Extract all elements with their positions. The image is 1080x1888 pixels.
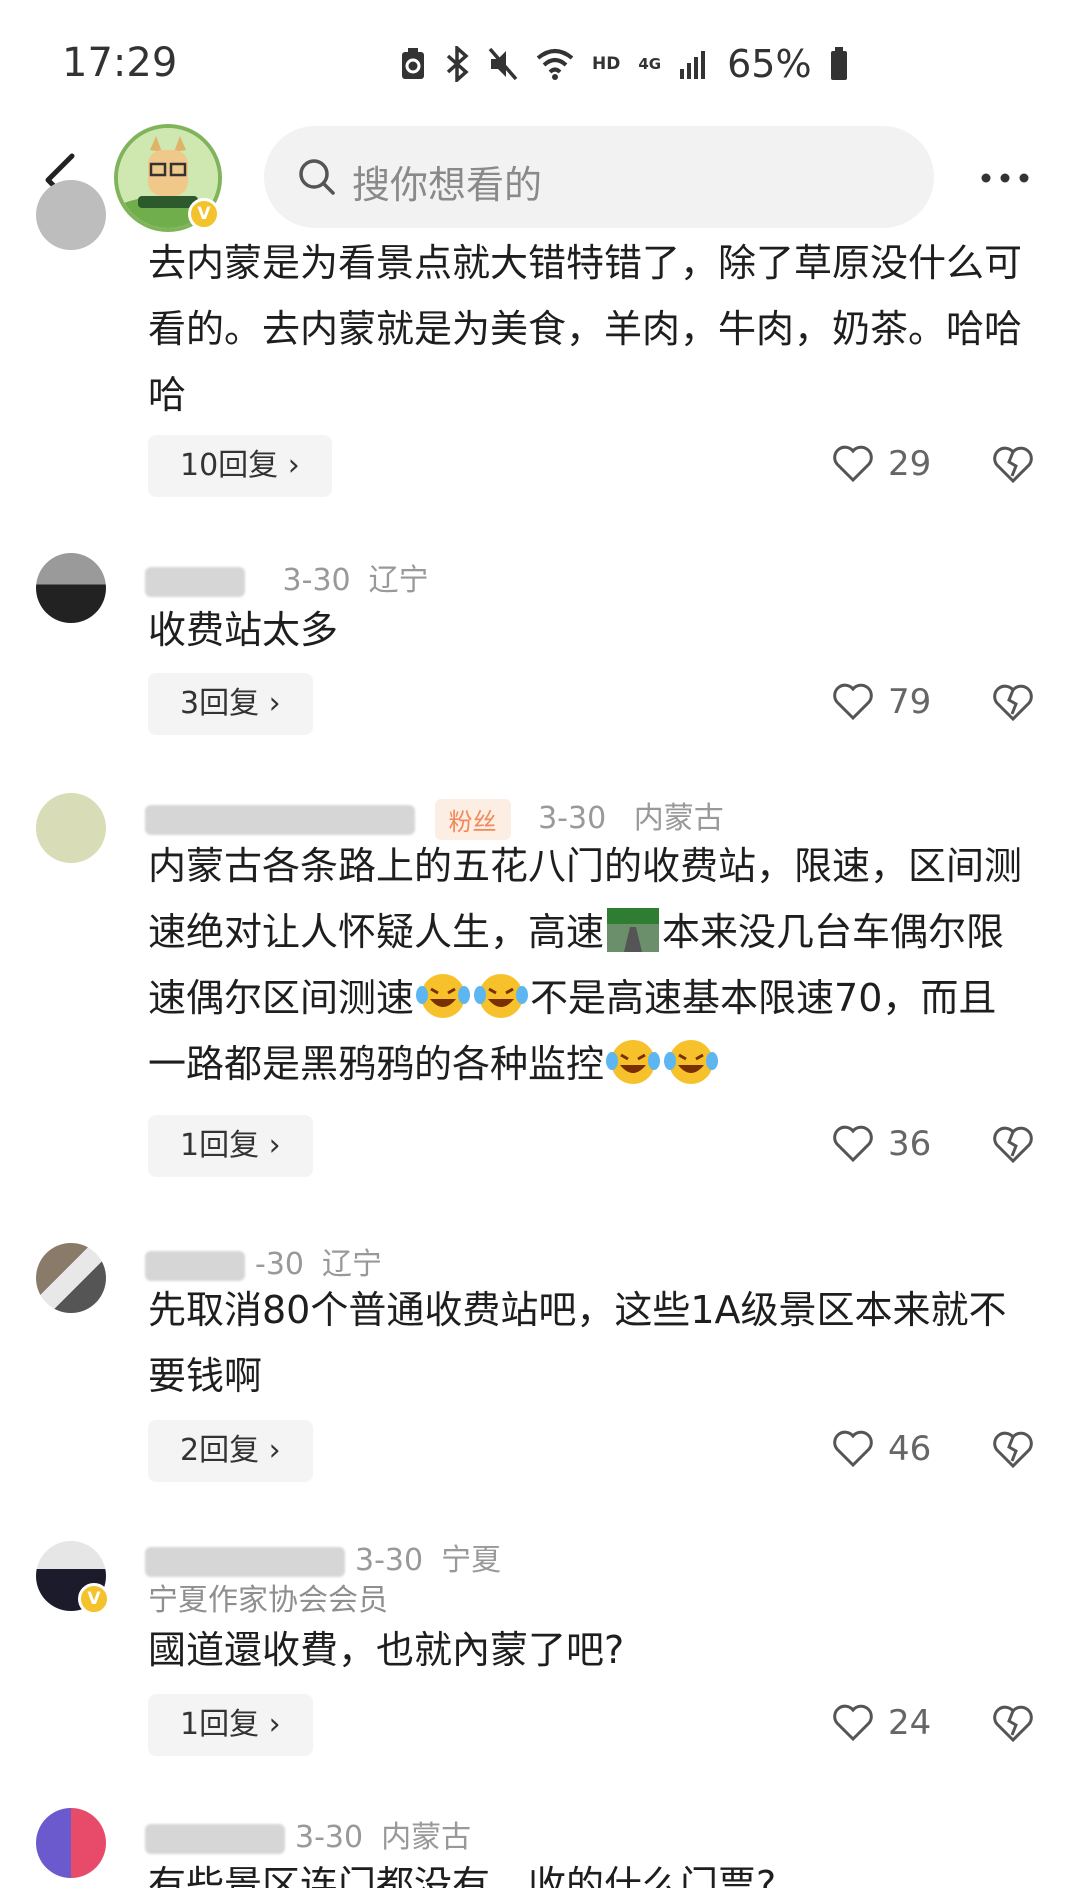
like-count: 46 — [888, 1429, 932, 1469]
comment-text: 去内蒙是为看景点就大错特错了，除了草原没什么可看的。去内蒙就是为美食，羊肉，牛肉… — [148, 241, 1023, 417]
commenter-avatar[interactable] — [36, 180, 106, 250]
search-box[interactable]: 搜你想看的 — [264, 126, 934, 228]
more-icon[interactable] — [980, 172, 1030, 184]
comment-meta: 3-30 宁夏 — [145, 1535, 501, 1579]
comment-date: 3-30 — [295, 1820, 364, 1855]
username-blurred — [145, 1250, 245, 1281]
comment-meta: 3-30 内蒙古 — [145, 1812, 471, 1856]
laugh-cry-emoji — [416, 974, 471, 1018]
laugh-cry-emoji — [664, 1040, 719, 1084]
heart-icon — [833, 1430, 873, 1468]
laugh-cry-emoji — [474, 974, 529, 1018]
heart-icon — [833, 683, 873, 721]
network-type: 4G — [638, 55, 662, 73]
username-blurred — [145, 1546, 345, 1577]
search-placeholder: 搜你想看的 — [352, 163, 543, 207]
like-button[interactable]: 29 — [832, 444, 931, 484]
commenter-avatar[interactable] — [36, 553, 106, 623]
reply-count-button[interactable]: 1回复 › — [148, 1694, 313, 1756]
commenter-avatar[interactable] — [36, 1243, 106, 1313]
verified-badge-icon: V — [78, 1583, 110, 1615]
broken-heart-icon[interactable] — [992, 1705, 1034, 1743]
broken-heart-icon[interactable] — [992, 684, 1034, 722]
commenter-avatar[interactable] — [36, 1808, 106, 1878]
broken-heart-icon[interactable] — [992, 1126, 1034, 1164]
like-button[interactable]: 36 — [832, 1124, 931, 1164]
wifi-icon — [536, 49, 574, 80]
comment-text: 先取消80个普通收费站吧，这些1A级景区本来就不要钱啊 — [148, 1288, 1007, 1398]
comment-location: 辽宁 — [368, 563, 429, 598]
comment-date: 3-30 — [282, 563, 351, 598]
battery-saver-icon — [402, 48, 424, 79]
search-icon — [299, 159, 335, 195]
commenter-title: 宁夏作家协会会员 — [148, 1583, 388, 1618]
clock: 17:29 — [62, 40, 178, 86]
like-count: 36 — [888, 1124, 932, 1164]
hd-indicator: HD — [592, 54, 621, 74]
heart-icon — [833, 1704, 873, 1742]
status-bar: 17:29 HD 4G 65% — [0, 0, 1080, 120]
mute-icon — [488, 47, 518, 81]
comment-location: 内蒙古 — [633, 801, 724, 836]
username-blurred — [145, 566, 245, 597]
comment-location: 内蒙古 — [381, 1820, 472, 1855]
broken-heart-icon[interactable] — [992, 1431, 1034, 1469]
battery-percent: 65% — [727, 42, 812, 86]
username-blurred — [145, 1823, 285, 1854]
like-count: 29 — [888, 444, 932, 484]
reply-count-button[interactable]: 3回复 › — [148, 673, 313, 735]
commenter-avatar[interactable] — [36, 793, 106, 863]
heart-icon — [833, 1125, 873, 1163]
battery-icon — [830, 47, 847, 80]
username-blurred — [145, 804, 415, 835]
comment-date: 3-30 — [538, 801, 607, 836]
like-button[interactable]: 79 — [832, 682, 931, 722]
reply-count-button[interactable]: 1回复 › — [148, 1115, 313, 1177]
broken-heart-icon[interactable] — [992, 446, 1034, 484]
reply-count-button[interactable]: 2回复 › — [148, 1420, 313, 1482]
comment-text: 收费站太多 — [148, 608, 339, 652]
comment-text: 國道還收費，也就內蒙了吧? — [148, 1628, 625, 1672]
comment-location: 宁夏 — [441, 1543, 502, 1578]
verified-badge-icon: V — [188, 198, 220, 230]
bluetooth-icon — [446, 46, 469, 82]
comment-text: 内蒙古各条路上的五花八门的收费站，限速，区间测速绝对让人怀疑人生，高速 本来没几台… — [148, 833, 1033, 1097]
like-count: 24 — [888, 1703, 932, 1743]
comment-date: 3-30 — [355, 1543, 424, 1578]
comment-text: 有些景区连门都没有，收的什么门票? — [148, 1863, 777, 1888]
heart-icon — [833, 445, 873, 483]
reply-count-button[interactable]: 10回复 › — [148, 435, 332, 497]
top-bar: V 搜你想看的 — [0, 120, 1080, 240]
comment-meta: 3-30 辽宁 — [145, 555, 447, 599]
status-icons: HD 4G 65% — [400, 42, 848, 86]
highway-emoji — [607, 908, 660, 952]
laugh-cry-emoji — [606, 1040, 661, 1084]
like-button[interactable]: 24 — [832, 1703, 931, 1743]
like-button[interactable]: 46 — [832, 1429, 931, 1469]
signal-icon — [680, 51, 706, 79]
like-count: 79 — [888, 682, 932, 722]
